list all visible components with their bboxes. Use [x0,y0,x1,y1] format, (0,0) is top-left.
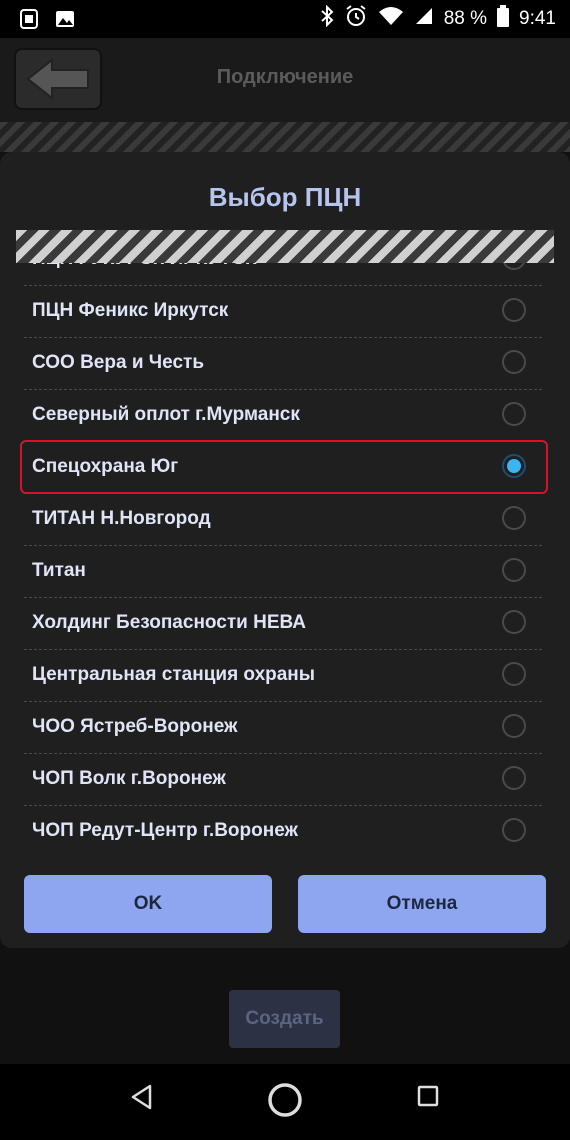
clock: 9:41 [519,8,556,29]
create-button[interactable]: Создать [229,990,340,1048]
nav-recent-apps-icon[interactable] [416,1084,440,1113]
radio-button[interactable] [502,298,526,322]
battery-percent: 88 % [443,8,488,29]
radio-button[interactable] [502,558,526,582]
list-item[interactable]: ПЦН РУКУРСК ИРКУТСК [24,263,542,286]
navigation-bar [0,1064,570,1140]
radio-button[interactable] [502,766,526,790]
list-item-label: СОО Вера и Честь [32,352,205,373]
radio-button[interactable] [502,662,526,686]
cancel-button[interactable]: Отмена [298,875,546,933]
app-title: Подключение [216,66,354,88]
radio-button[interactable] [502,402,526,426]
list-item-label: ЧОП Редут-Центр г.Воронеж [32,820,298,841]
radio-button[interactable] [502,610,526,634]
signal-icon [414,6,434,32]
dialog-hazard-stripe [16,230,554,263]
list-item-label: Центральная станция охраны [32,664,316,685]
list-item[interactable]: ЧОО Ястреб-Воронеж [24,701,542,754]
app-toolbar: Подключение [0,38,570,122]
bluetooth-icon [320,4,334,33]
nav-home-icon[interactable] [267,1082,303,1123]
image-icon [54,8,76,35]
radio-button[interactable] [502,506,526,530]
radio-button[interactable] [502,263,526,270]
list-item-label: Холдинг Безопасности НЕВА [32,612,306,633]
notification-icon [18,8,40,35]
list-item-label: ЧОП Волк г.Воронеж [32,768,226,789]
list-item-label: ПЦН Феникс Иркутск [32,300,229,321]
dialog-title: Выбор ПЦН [208,182,362,212]
station-list[interactable]: ПЦН РУКУРСК ИРКУТСК ПЦН Феникс Иркутск С… [0,263,570,853]
list-item[interactable]: СОО Вера и Честь [24,337,542,390]
radio-button[interactable] [502,818,526,842]
list-item[interactable]: Центральная станция охраны [24,649,542,702]
list-item[interactable]: Титан [24,545,542,598]
selection-highlight [20,440,548,494]
list-item-label: Северный оплот г.Мурманск [32,404,300,425]
list-item[interactable]: ПЦН Феникс Иркутск [24,285,542,338]
list-item-label: Титан [32,560,86,581]
list-item[interactable]: Холдинг Безопасности НЕВА [24,597,542,650]
list-item[interactable]: ЧОП Волк г.Воронеж [24,753,542,806]
battery-icon [497,5,510,33]
list-item[interactable]: ЧОП Редут-Центр г.Воронеж [24,805,542,853]
list-item[interactable]: ТИТАН Н.Новгород [24,493,542,546]
ok-button[interactable]: OK [24,875,272,933]
select-dialog: Выбор ПЦН ПЦН РУКУРСК ИРКУТСК ПЦН Феникс… [0,152,570,948]
radio-button[interactable] [502,714,526,738]
nav-back-icon[interactable] [130,1084,154,1115]
list-item-label: ПЦН РУКУРСК ИРКУТСК [32,263,257,285]
list-item-label: ТИТАН Н.Новгород [32,508,211,529]
hazard-stripe [0,122,570,152]
radio-button[interactable] [502,350,526,374]
wifi-icon [378,6,404,32]
list-item-label: ЧОО Ястреб-Воронеж [32,716,238,737]
status-bar: 88 % 9:41 [0,0,570,38]
list-item[interactable]: Северный оплот г.Мурманск [24,389,542,442]
alarm-icon [344,4,368,34]
